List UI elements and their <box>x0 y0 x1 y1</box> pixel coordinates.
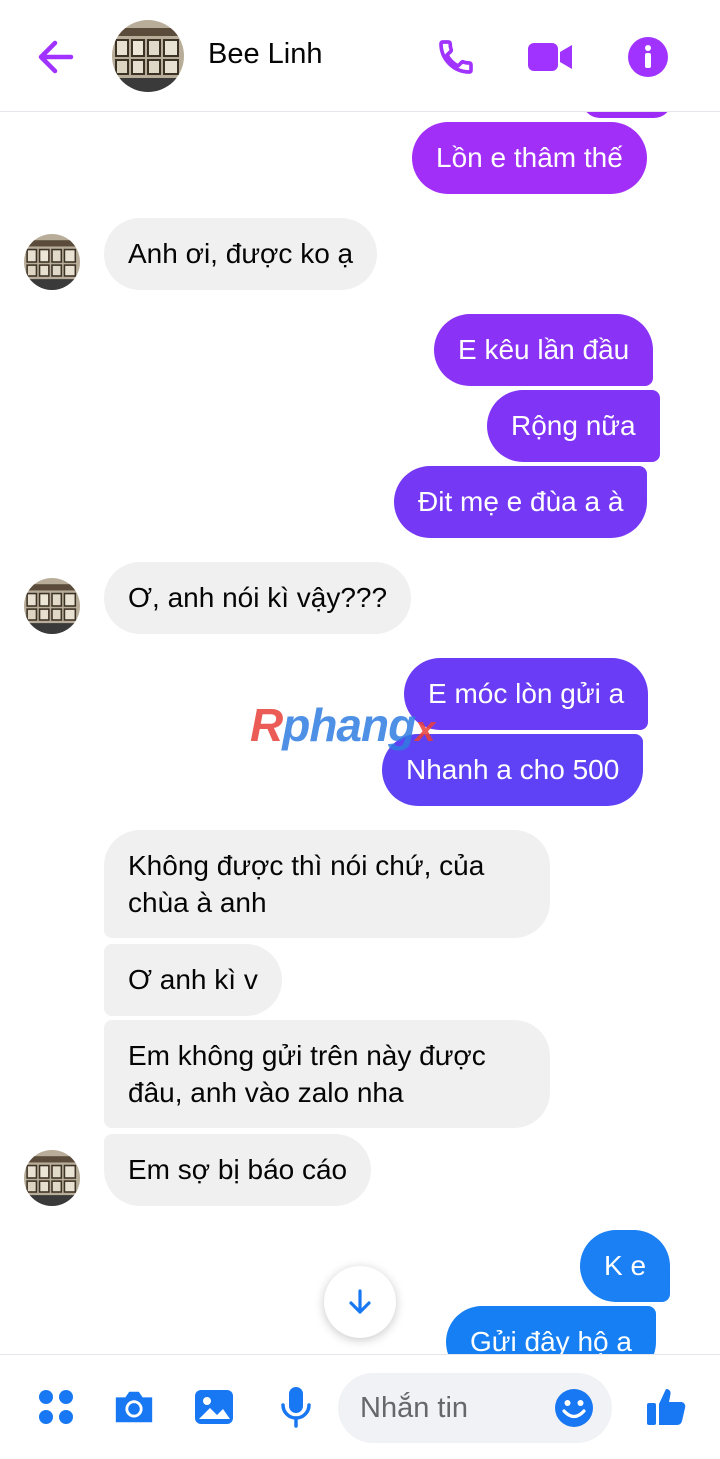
image-icon <box>195 1390 233 1424</box>
message-bubble-outgoing[interactable]: Gửi đây hộ a <box>446 1306 656 1354</box>
message-field[interactable] <box>338 1373 612 1443</box>
message-bubble-outgoing[interactable]: E móc lòn gửi a <box>404 658 649 730</box>
message-composer <box>0 1354 720 1459</box>
sender-avatar[interactable] <box>24 1150 80 1206</box>
contact-avatar[interactable] <box>112 20 184 92</box>
microphone-icon <box>281 1387 311 1428</box>
video-call-button[interactable] <box>526 34 574 80</box>
info-button[interactable] <box>624 34 672 80</box>
call-button[interactable] <box>432 34 480 80</box>
message-bubble-incoming[interactable]: Em sợ bị báo cáo <box>104 1134 372 1206</box>
avatar-image <box>24 234 80 290</box>
message-bubble-outgoing[interactable]: Lồn e thâm thế <box>412 122 647 194</box>
scroll-to-bottom-button[interactable] <box>324 1266 396 1338</box>
avatar-image <box>112 20 184 92</box>
message-bubble-outgoing[interactable]: Nhanh a cho 500 <box>382 734 644 806</box>
message-bubble-outgoing[interactable]: E kêu lần đầu <box>434 314 654 386</box>
message-list[interactable]: Lồn e thâm thế Anh ơi, được ko ạ E kêu l… <box>0 112 720 1354</box>
arrow-left-icon <box>38 40 74 74</box>
message-bubble-partial[interactable] <box>582 112 672 118</box>
camera-button[interactable] <box>112 1385 156 1429</box>
contact-name[interactable]: Bee Linh <box>208 38 323 71</box>
emoji-button[interactable] <box>552 1386 596 1430</box>
message-bubble-outgoing[interactable]: Rộng nữa <box>487 390 660 462</box>
message-bubble-outgoing[interactable]: K e <box>580 1230 671 1302</box>
thumbs-up-icon <box>647 1389 686 1425</box>
more-actions-button[interactable] <box>34 1385 78 1429</box>
sender-avatar[interactable] <box>24 234 80 290</box>
camera-icon <box>115 1391 153 1423</box>
like-button[interactable] <box>644 1385 688 1429</box>
video-camera-icon <box>528 43 572 71</box>
info-icon <box>628 37 668 77</box>
avatar-image <box>24 578 80 634</box>
sender-avatar[interactable] <box>24 578 80 634</box>
message-input[interactable] <box>360 1390 540 1426</box>
arrow-down-icon <box>349 1289 371 1314</box>
message-bubble-incoming[interactable]: Không được thì nói chứ, của chùa à anh <box>104 830 550 938</box>
emoji-icon <box>555 1389 593 1427</box>
message-bubble-outgoing[interactable]: Đit mẹ e đùa a à <box>394 466 648 538</box>
apps-grid-icon <box>39 1390 73 1424</box>
avatar-image <box>24 1150 80 1206</box>
conversation-header: Bee Linh <box>0 0 720 112</box>
message-bubble-incoming[interactable]: Ơ anh kì v <box>104 944 282 1016</box>
message-bubble-incoming[interactable]: Anh ơi, được ko ạ <box>104 218 378 290</box>
message-bubble-incoming[interactable]: Em không gửi trên này được đâu, anh vào … <box>104 1020 550 1128</box>
voice-message-button[interactable] <box>274 1385 318 1429</box>
message-bubble-incoming[interactable]: Ơ, anh nói kì vậy??? <box>104 562 412 634</box>
back-button[interactable] <box>32 34 78 80</box>
gallery-button[interactable] <box>192 1385 236 1429</box>
phone-icon <box>439 40 473 74</box>
